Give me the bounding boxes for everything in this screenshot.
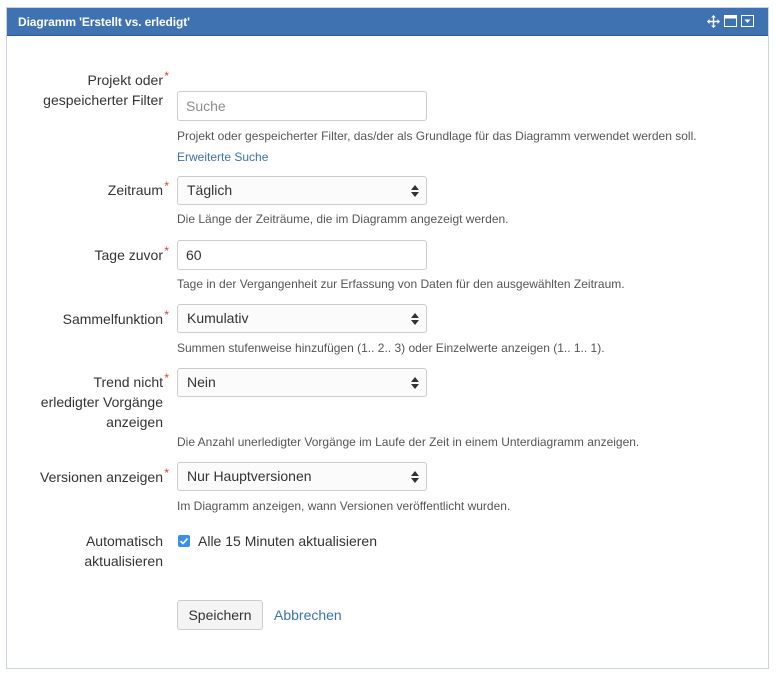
aggregation-description: Summen stufenweise hinzufügen (1.. 2.. 3… xyxy=(177,341,605,355)
select-arrows-icon xyxy=(411,185,419,197)
select-arrows-icon xyxy=(411,471,419,483)
required-marker: * xyxy=(164,371,169,385)
label-project: Projekt oder * gespeicherter Filter xyxy=(43,69,169,110)
trend-description: Die Anzahl unerledigter Vorgänge im Lauf… xyxy=(177,435,640,449)
label-versions: Versionen anzeigen * xyxy=(40,466,169,487)
aggregation-select[interactable]: Kumulativ xyxy=(177,304,427,333)
move-icon[interactable] xyxy=(707,15,720,28)
versions-select[interactable]: Nur Hauptversionen xyxy=(177,462,427,491)
period-select[interactable]: Täglich xyxy=(177,176,427,205)
project-description: Projekt oder gespeicherter Filter, das/d… xyxy=(177,129,697,143)
select-arrows-icon xyxy=(411,377,419,389)
label-auto-refresh: Automatisch aktualisieren xyxy=(84,533,163,569)
save-button[interactable]: Speichern xyxy=(177,600,263,630)
checkmark-icon xyxy=(179,537,189,545)
trend-select[interactable]: Nein xyxy=(177,368,427,397)
gadget-panel: Diagramm 'Erstellt vs. erledigt' Projekt… xyxy=(6,7,769,669)
required-marker: * xyxy=(164,244,169,258)
required-marker: * xyxy=(164,69,169,83)
label-aggregation: Sammelfunktion * xyxy=(63,308,169,329)
label-days-before: Tage zuvor * xyxy=(95,244,169,265)
versions-description: Im Diagramm anzeigen, wann Versionen ver… xyxy=(177,499,511,513)
menu-dropdown-icon[interactable] xyxy=(741,15,754,28)
days-before-input[interactable] xyxy=(177,240,427,270)
cancel-link[interactable]: Abbrechen xyxy=(274,607,342,623)
label-period: Zeitraum * xyxy=(108,179,169,200)
select-arrows-icon xyxy=(411,313,419,325)
required-marker: * xyxy=(164,466,169,480)
auto-refresh-checkbox[interactable] xyxy=(178,535,190,547)
period-description: Die Länge der Zeiträume, die im Diagramm… xyxy=(177,212,509,226)
maximize-icon[interactable] xyxy=(724,15,737,28)
gadget-header: Diagramm 'Erstellt vs. erledigt' xyxy=(7,8,768,36)
required-marker: * xyxy=(164,308,169,322)
auto-refresh-label[interactable]: Alle 15 Minuten aktualisieren xyxy=(198,532,377,550)
days-before-description: Tage in der Vergangenheit zur Erfassung … xyxy=(177,277,625,291)
advanced-search-link[interactable]: Erweiterte Suche xyxy=(177,150,268,164)
gadget-title: Diagramm 'Erstellt vs. erledigt' xyxy=(18,15,190,29)
search-input[interactable] xyxy=(177,91,427,121)
label-trend: Trend nicht * erledigter Vorgänge anzeige… xyxy=(41,371,169,432)
required-marker: * xyxy=(164,179,169,193)
